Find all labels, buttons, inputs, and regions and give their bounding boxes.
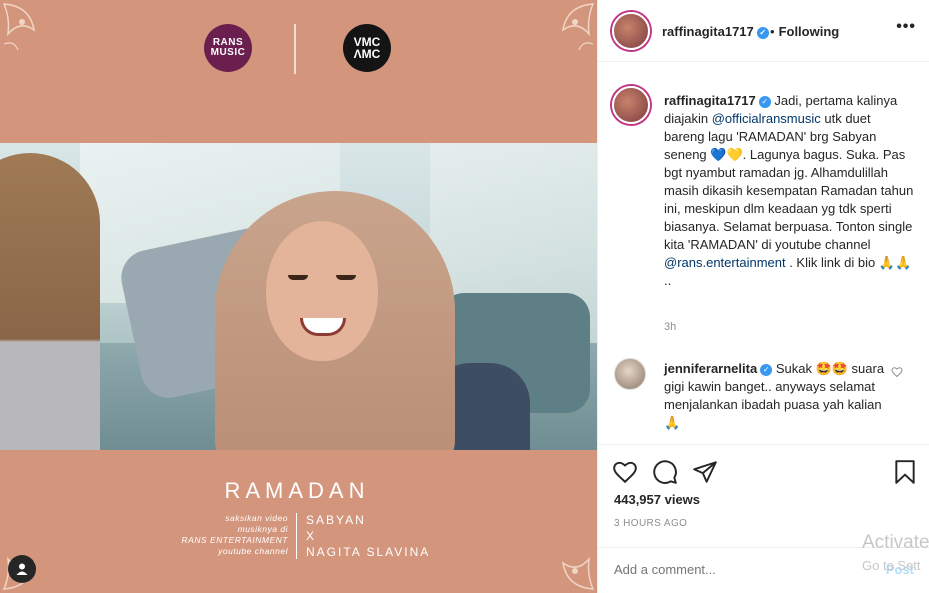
activate-windows-watermark: Activate	[862, 532, 929, 553]
ornament-corner	[537, 0, 597, 60]
like-icon[interactable]	[612, 459, 638, 485]
mention-link[interactable]: @rans.entertainment	[664, 255, 786, 270]
caption-text: utk duet bareng lagu 'RAMADAN' brg Sabya…	[664, 111, 914, 252]
eye	[288, 275, 308, 280]
more-options-icon[interactable]: •••	[896, 18, 916, 36]
artist-line: X	[306, 529, 317, 543]
ornament-corner	[537, 533, 597, 593]
post-header: raffinagita1717 ✓ • Following •••	[598, 0, 929, 62]
post-sidebar: raffinagita1717 ✓ • Following ••• raffinag…	[597, 0, 929, 593]
following-button[interactable]: Following	[779, 24, 840, 39]
comment-icon[interactable]	[652, 459, 678, 485]
eye	[336, 275, 356, 280]
person-left	[0, 153, 100, 450]
face	[266, 221, 378, 361]
logo-text: MUSIC	[210, 47, 246, 58]
caption-line: musiknya di	[237, 524, 288, 534]
logo-divider	[294, 24, 296, 74]
comment-like-icon[interactable]	[891, 366, 903, 381]
video-caption-left: saksikan video musiknya di RANS ENTERTAI…	[160, 513, 288, 557]
ornament-corner	[0, 0, 60, 60]
video-frame[interactable]	[0, 143, 597, 450]
mention-link[interactable]: @officialransmusic	[712, 111, 821, 126]
avatar[interactable]	[612, 12, 650, 50]
caption-avatar[interactable]	[612, 86, 650, 124]
logo-text: ΛMC	[353, 47, 381, 61]
caption-username[interactable]: raffinagita1717	[664, 93, 756, 108]
commenter-username[interactable]: jenniferarnelita	[664, 361, 757, 376]
comment-input[interactable]	[614, 562, 854, 577]
verified-badge-icon: ✓	[756, 26, 769, 39]
post-caption: raffinagita1717 ✓ Jadi, pertama kalinya d…	[664, 92, 914, 290]
caption-line: RANS ENTERTAINMENT	[181, 535, 288, 545]
commenter-avatar[interactable]	[614, 358, 646, 390]
caption-line: saksikan video	[225, 513, 288, 523]
follow-status[interactable]: • Following	[770, 24, 839, 39]
song-title: RAMADAN	[224, 478, 370, 503]
video-caption-right: SABYAN X NAGITA SLAVINA	[306, 512, 430, 560]
caption-time[interactable]: 3h	[664, 321, 676, 333]
caption-line: youtube channel	[218, 546, 288, 556]
header-username[interactable]: raffinagita1717 ✓	[662, 24, 769, 39]
rans-music-logo: RANS MUSIC	[204, 24, 252, 72]
post-media[interactable]: RANS MUSIC VMC ΛMC RAMADAN saksikan vide…	[0, 0, 597, 593]
bookmark-icon[interactable]	[892, 459, 918, 485]
activate-windows-subtext: Go to Sett	[862, 558, 921, 573]
artist-line: SABYAN	[306, 513, 366, 527]
tagged-users-icon[interactable]	[8, 555, 36, 583]
caption-divider	[296, 513, 297, 559]
username-text[interactable]: raffinagita1717	[662, 24, 754, 39]
comment: jenniferarnelita ✓ Sukak 🤩🤩 suara gigi ka…	[664, 360, 894, 432]
vmc-logo: VMC ΛMC	[343, 24, 391, 72]
artist-line: NAGITA SLAVINA	[306, 545, 431, 559]
post-timestamp[interactable]: 3 HOURS AGO	[614, 518, 687, 529]
separator-dot: •	[770, 24, 775, 39]
views-count[interactable]: 443,957 views	[614, 492, 700, 507]
share-icon[interactable]	[692, 459, 718, 485]
verified-badge-icon: ✓	[758, 95, 771, 108]
verified-badge-icon: ✓	[760, 363, 773, 376]
